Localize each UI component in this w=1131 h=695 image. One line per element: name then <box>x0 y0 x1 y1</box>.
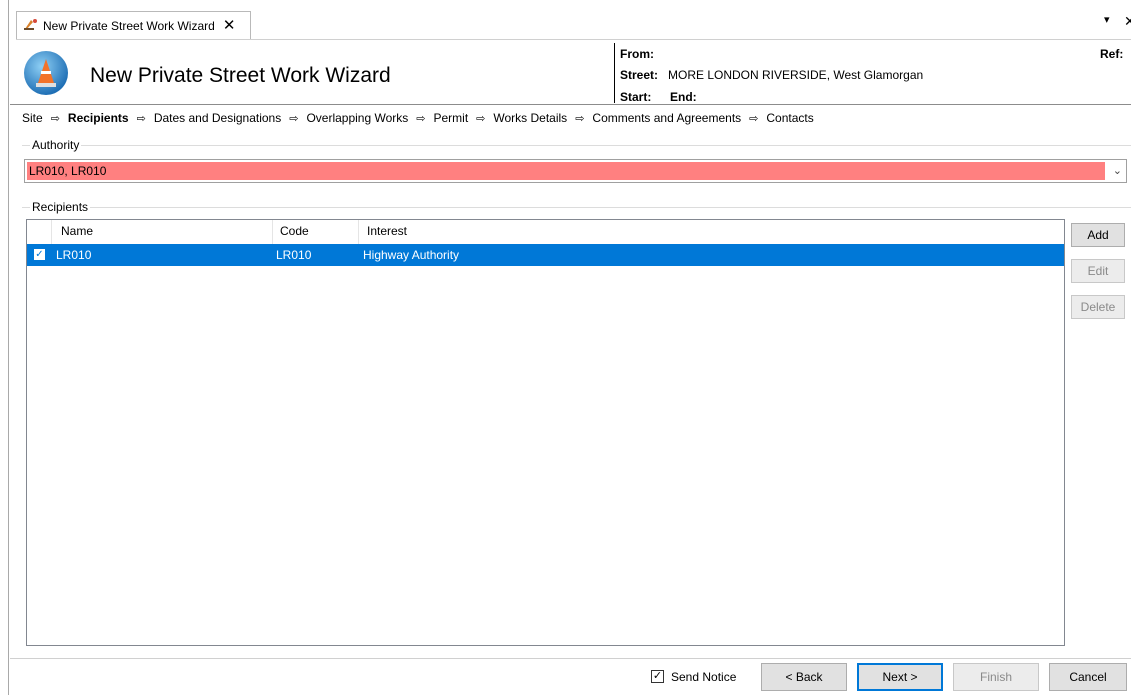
wizard-title: New Private Street Work Wizard <box>90 64 391 87</box>
street-value: MORE LONDON RIVERSIDE, West Glamorgan <box>668 68 924 82</box>
tab-title: New Private Street Work Wizard <box>43 18 215 33</box>
next-button[interactable]: Next > <box>857 663 943 691</box>
window-left-edge <box>8 0 9 695</box>
next-button-label: Next > <box>882 670 918 684</box>
recipients-group-border <box>22 207 1131 208</box>
chevron-down-icon[interactable]: ⌄ <box>1113 164 1122 177</box>
cancel-button[interactable]: Cancel <box>1049 663 1127 691</box>
street-label: Street: <box>620 68 659 82</box>
window-close-icon[interactable]: ✕ <box>1124 13 1131 30</box>
header-divider <box>614 43 615 103</box>
column-separator <box>358 220 359 244</box>
tab-close-icon[interactable]: ✕ <box>223 18 236 33</box>
list-header: Name Code Interest <box>27 220 1064 245</box>
step-permit[interactable]: Permit <box>434 111 469 125</box>
from-label: From: <box>620 47 654 61</box>
step-dates-and-designations[interactable]: Dates and Designations <box>154 111 281 125</box>
send-notice-label[interactable]: Send Notice <box>671 670 736 684</box>
back-button[interactable]: < Back <box>761 663 847 691</box>
tab-list-dropdown-icon[interactable]: ▾ <box>1104 13 1110 26</box>
step-works-details[interactable]: Works Details <box>493 111 567 125</box>
authority-group-border <box>22 145 1131 146</box>
column-separator <box>51 220 52 244</box>
authority-group-label: Authority <box>30 138 82 152</box>
send-notice-checkbox[interactable]: ✓ <box>651 670 664 683</box>
recipients-group-label: Recipients <box>30 200 91 214</box>
step-arrow-icon: ⇨ <box>289 112 299 125</box>
table-row[interactable]: ✓ LR010 LR010 Highway Authority <box>27 244 1064 266</box>
recipients-list[interactable]: Name Code Interest ✓ LR010 LR010 Highway… <box>26 219 1065 646</box>
step-arrow-icon: ⇨ <box>136 112 146 125</box>
step-site[interactable]: Site <box>22 111 43 125</box>
column-header-interest[interactable]: Interest <box>367 224 407 238</box>
column-header-name[interactable]: Name <box>61 224 93 238</box>
finish-button-label: Finish <box>979 670 1012 684</box>
authority-combobox[interactable]: LR010, LR010 ⌄ <box>24 159 1127 183</box>
step-contacts[interactable]: Contacts <box>766 111 813 125</box>
step-arrow-icon: ⇨ <box>50 112 60 125</box>
step-recipients[interactable]: Recipients <box>68 111 129 125</box>
row-code: LR010 <box>276 248 312 262</box>
step-arrow-icon: ⇨ <box>416 112 426 125</box>
finish-button[interactable]: Finish <box>953 663 1039 691</box>
wizard-logo-icon <box>22 49 70 97</box>
row-checkbox[interactable]: ✓ <box>34 249 45 260</box>
row-name: LR010 <box>56 248 92 262</box>
step-arrow-icon: ⇨ <box>476 112 486 125</box>
wizard-steps: Site ⇨ Recipients ⇨ Dates and Designatio… <box>22 111 814 125</box>
authority-value: LR010, LR010 <box>27 162 1105 180</box>
header-rule <box>10 104 1131 105</box>
step-arrow-icon: ⇨ <box>575 112 585 125</box>
column-separator <box>272 220 273 244</box>
cancel-button-label: Cancel <box>1069 670 1107 684</box>
start-label: Start: <box>620 90 652 104</box>
row-interest: Highway Authority <box>363 248 460 262</box>
footer-divider <box>10 658 1131 659</box>
step-arrow-icon: ⇨ <box>749 112 759 125</box>
delete-button[interactable]: Delete <box>1071 295 1125 319</box>
end-label: End: <box>670 90 697 104</box>
step-comments-and-agreements[interactable]: Comments and Agreements <box>592 111 741 125</box>
tab-strip-divider <box>16 39 1131 40</box>
document-tab[interactable]: New Private Street Work Wizard ✕ <box>16 11 251 39</box>
ref-label: Ref: <box>1100 47 1124 61</box>
column-header-code[interactable]: Code <box>280 224 309 238</box>
edit-button[interactable]: Edit <box>1071 259 1125 283</box>
back-button-label: < Back <box>785 670 823 684</box>
step-overlapping-works[interactable]: Overlapping Works <box>306 111 408 125</box>
wizard-tab-icon <box>23 17 39 34</box>
add-button[interactable]: Add <box>1071 223 1125 247</box>
